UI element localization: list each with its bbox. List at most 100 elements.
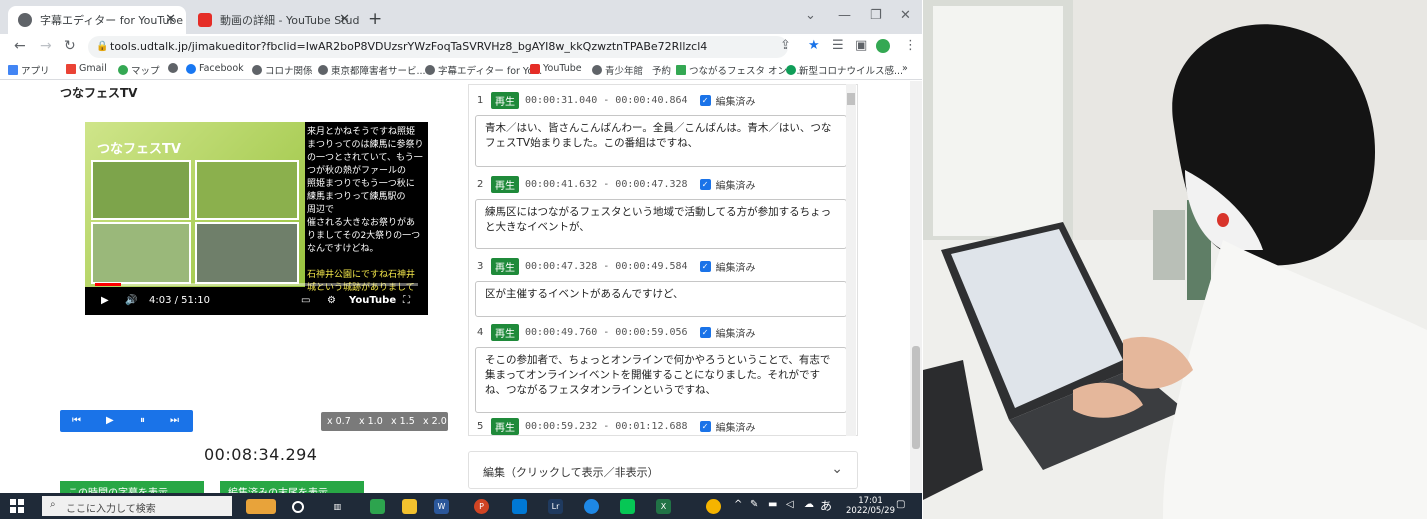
play-segment-button[interactable]: 再生: [491, 323, 519, 341]
notification-app-icon[interactable]: [706, 499, 721, 514]
video-time: 4:03 / 51:10: [149, 295, 211, 306]
close-icon[interactable]: ✕: [165, 12, 176, 27]
segment-text[interactable]: そこの参加者で、ちょっとオンラインで何かやろうということで、有志で集まってオンラ…: [475, 347, 847, 413]
edit-accordion[interactable]: 編集（クリックして表示／非表示） ⌄: [468, 451, 858, 489]
avatar[interactable]: [876, 39, 890, 53]
play-segment-button[interactable]: 再生: [491, 91, 519, 109]
pen-icon[interactable]: ✎: [750, 499, 758, 510]
edge-icon[interactable]: [584, 499, 599, 514]
edited-checkbox[interactable]: ✓: [699, 94, 711, 106]
lightroom-icon[interactable]: Lr: [548, 499, 563, 514]
bookmark-seishonen[interactable]: 青少年館: [592, 63, 643, 77]
skip-forward-icon[interactable]: ⏭: [170, 415, 179, 426]
restore-icon[interactable]: ❐: [870, 8, 882, 23]
line-icon[interactable]: [620, 499, 635, 514]
address-bar[interactable]: 🔒 tools.udtalk.jp/jimakueditor?fbclid=Iw…: [88, 36, 788, 58]
play-segment-button[interactable]: 再生: [491, 175, 519, 193]
play-icon[interactable]: ▶: [106, 415, 114, 426]
facebook-icon: [186, 63, 196, 74]
cortana-icon[interactable]: [292, 501, 304, 513]
window-close-icon[interactable]: ✕: [900, 8, 911, 23]
youtube-brand[interactable]: YouTube: [349, 295, 396, 306]
star-icon[interactable]: ★: [808, 38, 820, 53]
pause-icon[interactable]: ⏸: [140, 415, 145, 426]
fullscreen-icon[interactable]: ⛶: [403, 295, 410, 306]
skip-back-icon[interactable]: ⏮: [72, 415, 81, 426]
subtitle-list-scrollbar[interactable]: [846, 84, 856, 436]
bookmark-facebook[interactable]: Facebook: [186, 63, 244, 74]
task-view-icon[interactable]: ▥: [330, 499, 345, 514]
volume-icon[interactable]: ◁: [786, 499, 794, 510]
chrome-icon[interactable]: [370, 499, 385, 514]
segment-text[interactable]: 青木／はい、皆さんこんばんわー。全員／こんばんは。青木／はい、つなフェスTV始ま…: [475, 115, 847, 167]
chevron-down-icon[interactable]: ⌄: [805, 8, 816, 23]
edited-checkbox[interactable]: ✓: [699, 420, 711, 432]
bookmark-maps[interactable]: マップ: [118, 63, 160, 77]
tab-subtitle-editor[interactable]: 字幕エディター for YouTube - UDトー ✕: [8, 6, 186, 34]
play-icon[interactable]: ▶: [101, 295, 109, 306]
cloud-icon[interactable]: ☁: [804, 499, 814, 510]
bookmark-globe[interactable]: [168, 63, 181, 73]
edited-label: 編集済み: [715, 262, 756, 274]
side-panel-icon[interactable]: ▣: [855, 38, 867, 53]
bookmark-gmail[interactable]: Gmail: [66, 63, 107, 74]
weather-icon[interactable]: [246, 499, 276, 514]
apps-grid-icon: [8, 65, 18, 75]
show-edited-end-button[interactable]: 編集済みの末尾を表示: [220, 481, 364, 493]
bookmarks-overflow-icon[interactable]: »: [902, 63, 908, 74]
more-menu-icon[interactable]: ⋮: [904, 38, 917, 53]
bookmark-jimaku[interactable]: 字幕エディター for Yo...: [425, 63, 542, 77]
explorer-icon[interactable]: [402, 499, 417, 514]
play-segment-button[interactable]: 再生: [491, 257, 519, 275]
bookmark-youtube[interactable]: YouTube: [530, 63, 582, 74]
word-icon[interactable]: W: [434, 499, 449, 514]
edited-checkbox[interactable]: ✓: [699, 326, 711, 338]
powerpoint-icon[interactable]: P: [474, 499, 489, 514]
youtube-icon: [198, 13, 212, 27]
share-icon[interactable]: ⇪: [780, 38, 791, 53]
back-arrow-icon[interactable]: ←: [14, 38, 26, 54]
speed-option[interactable]: x 1.5: [391, 416, 415, 427]
edited-checkbox[interactable]: ✓: [699, 260, 711, 272]
volume-icon[interactable]: 🔊: [125, 295, 137, 306]
speed-option[interactable]: x 0.7: [327, 416, 351, 427]
captions-icon[interactable]: ▭: [301, 295, 310, 306]
outlook-icon[interactable]: [512, 499, 527, 514]
ime-indicator[interactable]: あ: [820, 497, 832, 514]
taskbar-clock[interactable]: 17:01 2022/05/29: [846, 496, 895, 516]
new-tab-button[interactable]: +: [368, 9, 382, 29]
segment-text[interactable]: 区が主催するイベントがあるんですけど、: [475, 281, 847, 317]
bookmark-yoyaku[interactable]: 予約: [652, 63, 671, 77]
reload-icon[interactable]: ↻: [64, 38, 76, 54]
video-progress-bar[interactable]: [95, 283, 418, 286]
minimize-icon[interactable]: —: [838, 8, 851, 23]
globe-icon: [425, 65, 435, 75]
tab-youtube-studio[interactable]: 動画の詳細 - YouTube Studio ✕: [188, 6, 360, 34]
play-segment-button[interactable]: 再生: [491, 417, 519, 435]
excel-icon[interactable]: X: [656, 499, 671, 514]
reading-list-icon[interactable]: ☰: [832, 38, 844, 53]
windows-start-icon[interactable]: [10, 499, 24, 513]
globe-icon: [168, 63, 178, 73]
notification-icon[interactable]: ▢: [896, 499, 905, 510]
bookmark-covid[interactable]: 新型コロナウイルス感...: [786, 63, 903, 77]
page-scrollbar[interactable]: [910, 81, 922, 493]
youtube-icon: [530, 63, 540, 74]
bookmark-corona[interactable]: コロナ関係: [252, 63, 313, 77]
speed-option[interactable]: x 1.0: [359, 416, 383, 427]
forward-arrow-icon[interactable]: →: [40, 38, 52, 54]
edited-checkbox[interactable]: ✓: [699, 178, 711, 190]
close-icon[interactable]: ✕: [339, 12, 350, 27]
settings-gear-icon[interactable]: ⚙: [327, 295, 336, 306]
segment-text[interactable]: 練馬区にはつながるフェスタという地域で活動してる方が参加するちょっと大きなイベン…: [475, 199, 847, 249]
windows-taskbar: ⌕ ここに入力して検索 ▥ W P Lr X ^ ✎ ▬ ◁ ☁ あ 17:01…: [0, 493, 922, 519]
tray-chevron-icon[interactable]: ^: [734, 499, 742, 510]
show-current-subtitle-button[interactable]: この時間の字幕を表示: [60, 481, 204, 493]
bookmark-tokyo[interactable]: 東京都障害者サービ...: [318, 63, 426, 77]
taskbar-search[interactable]: ⌕ ここに入力して検索: [42, 496, 232, 516]
segment-header: 1 再生 00:00:31.040 - 00:00:40.864 ✓ 編集済み: [477, 91, 756, 109]
speed-option[interactable]: x 2.0: [423, 416, 447, 427]
bookmark-apps[interactable]: アプリ: [8, 63, 50, 77]
video-player[interactable]: つなフェスTV 来月とかねそうですね照姫 まつりってのは練馬に参祭り の一つとさ…: [85, 122, 428, 315]
browser-toolbar: ← → ↻ 🔒 tools.udtalk.jp/jimakueditor?fbc…: [0, 34, 922, 60]
